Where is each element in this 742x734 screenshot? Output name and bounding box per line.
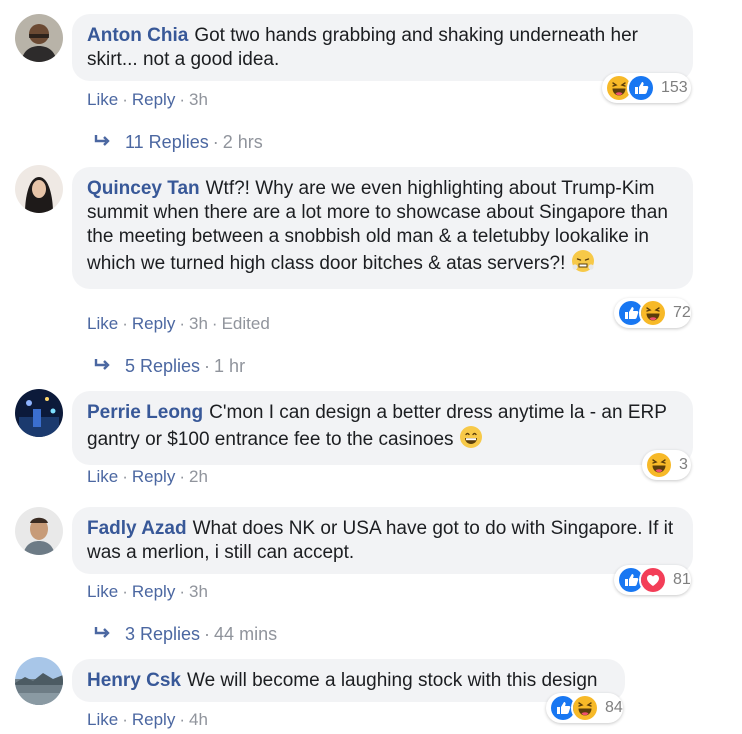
avatar[interactable] xyxy=(15,389,63,437)
separator: · xyxy=(204,356,211,376)
reaction-count: 84 xyxy=(605,699,623,716)
reply-arrow-icon xyxy=(93,131,111,153)
reactions-summary[interactable]: 81 xyxy=(614,565,691,595)
reactions-summary[interactable]: 153 xyxy=(602,73,691,103)
avatar[interactable] xyxy=(15,14,63,62)
separator: · xyxy=(122,710,128,729)
avatar[interactable] xyxy=(15,165,63,213)
comment-bubble: Perrie Leong C'mon I can design a better … xyxy=(72,391,693,465)
comment-author[interactable]: Henry Csk xyxy=(87,670,181,691)
reaction-count: 3 xyxy=(679,456,688,473)
comment-author[interactable]: Perrie Leong xyxy=(87,402,203,423)
view-replies[interactable]: 3 Replies · 44 mins xyxy=(93,623,277,645)
like-button[interactable]: Like xyxy=(87,314,118,333)
reply-arrow-icon xyxy=(93,355,111,377)
comment-author[interactable]: Fadly Azad xyxy=(87,518,187,539)
timestamp[interactable]: 3h xyxy=(189,90,208,109)
replies-count[interactable]: 11 Replies xyxy=(125,132,209,152)
comment-bubble: Quincey Tan Wtf?! Why are we even highlig… xyxy=(72,167,693,289)
comment-actions: Like · Reply · 2h xyxy=(87,466,208,488)
separator: · xyxy=(122,90,128,109)
separator: · xyxy=(179,467,185,486)
comment-actions: Like · Reply · 4h xyxy=(87,709,208,731)
haha-icon xyxy=(571,694,599,722)
haha-icon xyxy=(639,299,667,327)
reaction-count: 153 xyxy=(661,79,688,96)
timestamp[interactable]: 3h xyxy=(189,314,208,333)
separator: · xyxy=(122,467,128,486)
replies-count[interactable]: 3 Replies xyxy=(125,624,200,644)
reply-button[interactable]: Reply xyxy=(132,90,175,109)
reactions-summary[interactable]: 84 xyxy=(546,693,623,723)
comment-bubble: Henry Csk We will become a laughing stock… xyxy=(72,659,625,702)
comment-actions: Like · Reply · 3h xyxy=(87,581,208,603)
comment-author[interactable]: Anton Chia xyxy=(87,25,188,46)
separator: · xyxy=(122,314,128,333)
grinning-face-emoji-icon xyxy=(459,425,483,456)
avatar[interactable] xyxy=(15,657,63,705)
like-button[interactable]: Like xyxy=(87,582,118,601)
reaction-count: 81 xyxy=(673,571,691,588)
separator: · xyxy=(179,90,185,109)
reply-button[interactable]: Reply xyxy=(132,582,175,601)
like-button[interactable]: Like xyxy=(87,90,118,109)
separator: · xyxy=(179,582,185,601)
steam-face-emoji-icon xyxy=(570,249,595,280)
avatar[interactable] xyxy=(15,507,63,555)
like-icon xyxy=(627,74,655,102)
timestamp[interactable]: 3h xyxy=(189,582,208,601)
separator: · xyxy=(122,582,128,601)
reaction-count: 72 xyxy=(673,304,691,321)
timestamp[interactable]: 4h xyxy=(189,710,208,729)
haha-icon xyxy=(645,451,673,479)
reply-button[interactable]: Reply xyxy=(132,314,175,333)
comment-bubble: Anton Chia Got two hands grabbing and sha… xyxy=(72,14,693,81)
replies-time: 1 hr xyxy=(214,356,246,376)
reactions-summary[interactable]: 3 xyxy=(642,450,691,480)
comment-author[interactable]: Quincey Tan xyxy=(87,178,200,199)
separator: · xyxy=(211,314,218,333)
comment-text: We will become a laughing stock with thi… xyxy=(187,670,598,691)
comment-bubble: Fadly Azad What does NK or USA have got t… xyxy=(72,507,693,574)
reply-arrow-icon xyxy=(93,623,111,645)
view-replies[interactable]: 5 Replies · 1 hr xyxy=(93,355,245,377)
like-button[interactable]: Like xyxy=(87,467,118,486)
comment-actions: Like · Reply · 3h xyxy=(87,89,208,111)
edited-label[interactable]: Edited xyxy=(222,314,270,333)
comment-actions: Like · Reply · 3h · Edited xyxy=(87,313,270,335)
separator: · xyxy=(204,624,211,644)
timestamp[interactable]: 2h xyxy=(189,467,208,486)
replies-time: 2 hrs xyxy=(222,132,263,152)
love-icon xyxy=(639,566,667,594)
separator: · xyxy=(212,132,219,152)
reply-button[interactable]: Reply xyxy=(132,467,175,486)
reactions-summary[interactable]: 72 xyxy=(614,298,691,328)
replies-count[interactable]: 5 Replies xyxy=(125,356,200,376)
separator: · xyxy=(179,314,185,333)
replies-time: 44 mins xyxy=(214,624,278,644)
like-button[interactable]: Like xyxy=(87,710,118,729)
view-replies[interactable]: 11 Replies · 2 hrs xyxy=(93,131,263,153)
separator: · xyxy=(179,710,185,729)
reply-button[interactable]: Reply xyxy=(132,710,175,729)
